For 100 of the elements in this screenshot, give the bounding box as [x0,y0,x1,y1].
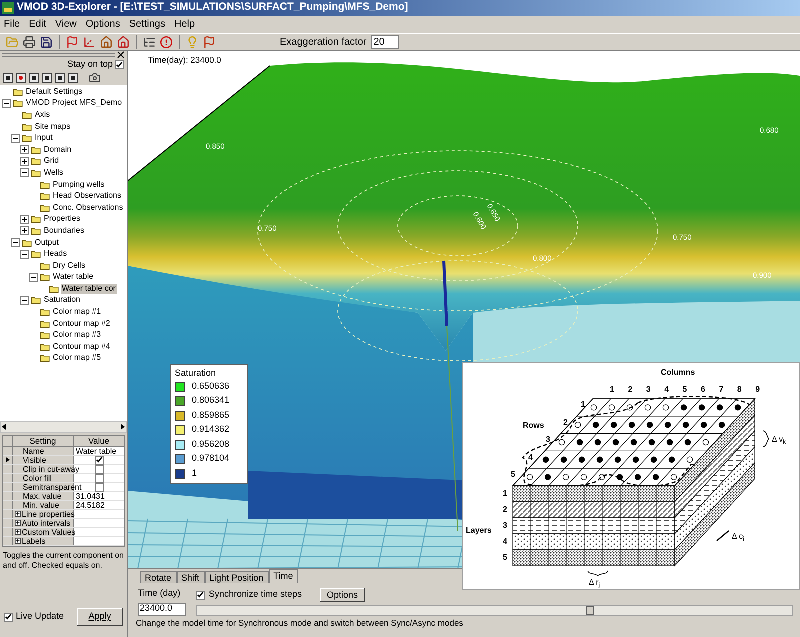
close-icon[interactable] [117,51,125,59]
tree-item[interactable]: Output [34,238,60,248]
time-slider[interactable] [196,605,793,616]
layer-number: 3 [503,520,508,532]
legend-label: 0.806341 [192,394,230,408]
tree-item[interactable]: Default Settings [25,86,84,97]
current-row-icon [6,457,10,463]
tab[interactable]: Shift [176,571,205,583]
tree-item[interactable]: Dry Cells [52,260,86,271]
axes-icon[interactable] [83,36,96,48]
tree-item[interactable]: Head Observations [52,191,122,202]
help-text: Toggles the current component on and off. Checked equals on. [2,551,125,571]
setting-name: Min. value [22,500,60,510]
tree-item[interactable]: Grid [43,156,60,166]
tree-item[interactable]: Boundaries [43,226,86,236]
tree-item[interactable]: Input [34,133,54,144]
collapse-icon[interactable] [2,98,11,108]
window-title: VMOD 3D-Explorer - [E:\TEST_SIMULATIONS\SURFACT_Pumping\MFS_Demo] [17,0,408,16]
setting-value: Water table [76,446,117,456]
collapse-icon[interactable] [11,134,20,143]
tree-item[interactable]: Axis [34,110,52,120]
tree-item[interactable]: VMOD Project MFS_Demo [25,98,124,108]
row-number: 4 [528,452,533,464]
expand-icon[interactable] [15,511,21,517]
time-field[interactable]: 23400.0 [138,602,186,616]
scroll-right-icon[interactable] [121,424,125,430]
menu-item[interactable]: Edit [29,17,46,32]
setting-name: Semitransparent [22,482,82,492]
legend-label: 0.956208 [192,438,230,451]
tree-item[interactable]: Color map #3 [52,330,102,340]
setting-value: 31.0431 [76,492,105,500]
collapse-icon[interactable] [20,296,29,305]
collapse-icon[interactable] [20,250,29,259]
expand-icon[interactable] [20,145,29,154]
apply-button[interactable]: Apply [77,608,123,626]
tab[interactable]: Rotate [140,571,177,583]
tree-item[interactable]: Saturation [43,295,82,306]
house-icon[interactable] [100,36,113,48]
collapse-icon[interactable] [20,168,29,178]
expand-icon[interactable] [20,214,29,224]
tree-item[interactable]: Conc. Observations [52,202,124,213]
expand-icon[interactable] [20,156,29,166]
legend-label: 0.650636 [192,380,230,393]
printer-icon[interactable] [23,36,36,48]
row-number: 2 [564,416,568,428]
tree-item[interactable]: Site maps [34,122,72,132]
camera-icon[interactable] [89,72,101,84]
status-text: Change the model time for Synchronous mode and switch between Sync/Async modes [135,617,464,630]
exaggeration-field[interactable]: 20 [370,35,399,49]
horizontal-scrollbar[interactable] [0,421,127,433]
expand-icon[interactable] [15,520,21,526]
save-icon[interactable] [40,36,53,48]
rows-label: Rows [523,420,544,432]
setting-name: Max. value [22,492,62,500]
scroll-left-icon[interactable] [2,424,6,430]
tab[interactable]: Light Position [204,571,269,583]
record-button[interactable] [16,72,26,82]
layers-label: Layers [466,525,492,537]
menu-item[interactable]: Options [86,17,120,32]
column-number: 7 [719,384,724,396]
setting-name: Custom Values [22,528,76,536]
tree-item[interactable]: Water table cor [61,284,117,294]
column-number: 3 [646,384,651,396]
tree-item[interactable]: Properties [43,214,82,224]
expand-icon[interactable] [15,529,21,535]
menu-item[interactable]: Settings [129,17,166,32]
flag-icon[interactable] [203,36,216,48]
tree-item[interactable]: Color map #5 [52,353,102,364]
tree-item[interactable]: Water table [52,272,95,282]
layer-number: 4 [503,536,508,548]
tree-item[interactable]: Contour map #4 [52,342,112,352]
collapse-icon[interactable] [29,272,38,282]
menu-item[interactable]: File [4,17,20,32]
tree-item[interactable]: Contour map #2 [52,318,112,329]
column-number: 8 [737,384,742,396]
column-header: Setting [13,436,74,446]
tree-item[interactable]: Domain [43,144,73,155]
live-update-checkbox[interactable] [4,612,13,622]
expand-icon[interactable] [20,226,29,236]
menu-item[interactable]: View [55,17,77,32]
expand-icon[interactable] [15,538,21,544]
tree-item[interactable]: Pumping wells [52,180,106,190]
tree-item[interactable]: Wells [43,168,64,178]
row-number: 3 [546,434,550,446]
synchronize-checkbox[interactable] [196,590,205,600]
column-number: 9 [756,384,760,396]
list-icon[interactable] [143,36,156,48]
options-button[interactable]: Options [320,588,366,602]
stay-on-top-checkbox[interactable] [115,60,124,69]
house-icon[interactable] [117,36,130,48]
delta-label: Δ c$_{i}$ [732,531,744,543]
slider-thumb[interactable] [586,606,594,615]
menu-item[interactable]: Help [174,17,196,32]
tab[interactable]: Time [268,569,298,583]
collapse-icon[interactable] [11,238,20,248]
flag-icon[interactable] [66,36,79,48]
tree-item[interactable]: Color map #1 [52,307,102,318]
alert-icon[interactable] [160,36,173,48]
setting-name: Line properties [22,510,75,518]
tree-item[interactable]: Heads [43,249,68,260]
